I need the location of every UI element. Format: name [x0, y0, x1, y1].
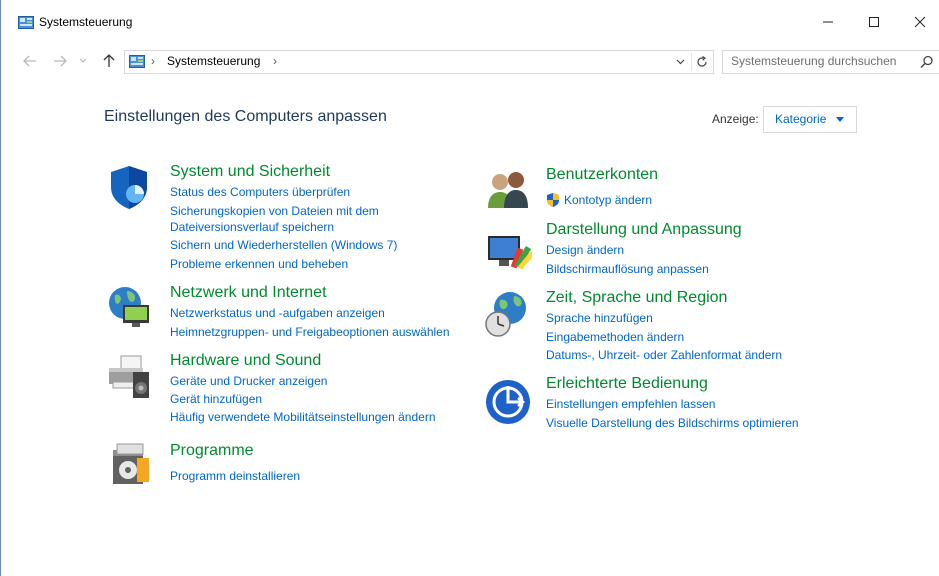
- close-button[interactable]: [897, 6, 939, 38]
- recent-locations-button[interactable]: [76, 52, 90, 70]
- control-panel-icon: [129, 55, 145, 68]
- maximize-icon: [869, 17, 879, 27]
- address-bar[interactable]: › Systemsteuerung ›: [124, 50, 714, 74]
- breadcrumb-separator[interactable]: ›: [273, 54, 277, 68]
- arrow-right-icon: [54, 55, 67, 67]
- refresh-button[interactable]: [693, 53, 711, 71]
- category-title-users[interactable]: Benutzerkonten: [546, 166, 658, 184]
- address-divider: [691, 53, 692, 71]
- programs-box-icon[interactable]: [107, 440, 155, 488]
- page-title: Einstellungen des Computers anpassen: [104, 108, 387, 125]
- link-file-history[interactable]: Dateiversionsverlauf speichern: [170, 220, 334, 234]
- network-globe-icon[interactable]: [105, 283, 153, 331]
- breadcrumb-systemsteuerung[interactable]: Systemsteuerung: [167, 54, 260, 68]
- link-date-time-format[interactable]: Datums-, Uhrzeit- oder Zahlenformat ände…: [546, 348, 782, 362]
- link-mobility-settings[interactable]: Häufig verwendete Mobilitätseinstellunge…: [170, 410, 436, 424]
- address-history-button[interactable]: [671, 53, 689, 71]
- up-button[interactable]: [99, 52, 119, 70]
- link-uninstall-program[interactable]: Programm deinstallieren: [170, 469, 300, 483]
- category-title-hardware[interactable]: Hardware und Sound: [170, 352, 321, 370]
- link-network-status[interactable]: Netzwerkstatus und -aufgaben anzeigen: [170, 306, 385, 320]
- minimize-icon: [823, 21, 833, 23]
- caret-down-icon: [836, 117, 844, 122]
- minimize-button[interactable]: [805, 6, 851, 38]
- category-title-programs[interactable]: Programme: [170, 442, 254, 460]
- breadcrumb-separator[interactable]: ›: [151, 54, 155, 68]
- chevron-down-icon: [79, 58, 87, 63]
- maximize-button[interactable]: [851, 6, 897, 38]
- link-troubleshoot[interactable]: Probleme erkennen und beheben: [170, 257, 348, 271]
- arrow-up-icon: [103, 54, 115, 67]
- link-change-theme[interactable]: Design ändern: [546, 243, 624, 257]
- shield-icon[interactable]: [105, 163, 153, 211]
- link-backup-files[interactable]: Sicherungskopien von Dateien mit dem: [170, 204, 379, 218]
- close-icon: [914, 16, 926, 28]
- link-optimize-display[interactable]: Visuelle Darstellung des Bildschirms opt…: [546, 416, 799, 430]
- uac-shield-icon: [547, 193, 559, 207]
- title-bar[interactable]: Systemsteuerung: [1, 0, 939, 44]
- category-title-region[interactable]: Zeit, Sprache und Region: [546, 289, 727, 307]
- users-icon[interactable]: [484, 166, 532, 214]
- link-change-account-type[interactable]: Kontotyp ändern: [564, 193, 652, 207]
- link-homegroup[interactable]: Heimnetzgruppen- und Freigabeoptionen au…: [170, 325, 450, 339]
- printer-speaker-icon[interactable]: [105, 352, 153, 400]
- refresh-icon: [697, 56, 707, 67]
- window-title: Systemsteuerung: [39, 15, 133, 29]
- search-placeholder[interactable]: Systemsteuerung durchsuchen: [731, 54, 896, 68]
- window-border: [0, 0, 1, 576]
- category-title-access[interactable]: Erleichterte Bedienung: [546, 375, 708, 393]
- forward-button[interactable]: [50, 52, 70, 70]
- arrow-left-icon: [23, 55, 36, 67]
- link-backup-restore[interactable]: Sichern und Wiederherstellen (Windows 7): [170, 238, 397, 252]
- search-box[interactable]: Systemsteuerung durchsuchen: [722, 50, 939, 74]
- link-add-language[interactable]: Sprache hinzufügen: [546, 311, 653, 325]
- back-button[interactable]: [20, 52, 40, 70]
- category-title-appearance[interactable]: Darstellung und Anpassung: [546, 221, 742, 239]
- link-recommend-settings[interactable]: Einstellungen empfehlen lassen: [546, 397, 715, 411]
- globe-clock-icon[interactable]: [482, 290, 530, 338]
- display-paint-icon[interactable]: [484, 228, 532, 276]
- category-title-network[interactable]: Netzwerk und Internet: [170, 284, 327, 302]
- link-screen-resolution[interactable]: Bildschirmauflösung anpassen: [546, 262, 709, 276]
- control-panel-window: Systemsteuerung › Systemsteuerung › Syst…: [0, 0, 939, 576]
- chevron-down-icon: [676, 59, 684, 65]
- link-input-methods[interactable]: Eingabemethoden ändern: [546, 330, 684, 344]
- view-by-value[interactable]: Kategorie: [775, 112, 826, 126]
- control-panel-icon: [18, 16, 34, 29]
- link-computer-status[interactable]: Status des Computers überprüfen: [170, 185, 350, 199]
- category-title-system[interactable]: System und Sicherheit: [170, 163, 330, 181]
- link-add-device[interactable]: Gerät hinzufügen: [170, 392, 262, 406]
- search-icon[interactable]: [919, 54, 935, 70]
- link-devices-printers[interactable]: Geräte und Drucker anzeigen: [170, 374, 327, 388]
- ease-of-access-icon[interactable]: [484, 378, 532, 426]
- view-label: Anzeige:: [712, 112, 759, 126]
- view-by-dropdown[interactable]: Kategorie: [763, 106, 857, 133]
